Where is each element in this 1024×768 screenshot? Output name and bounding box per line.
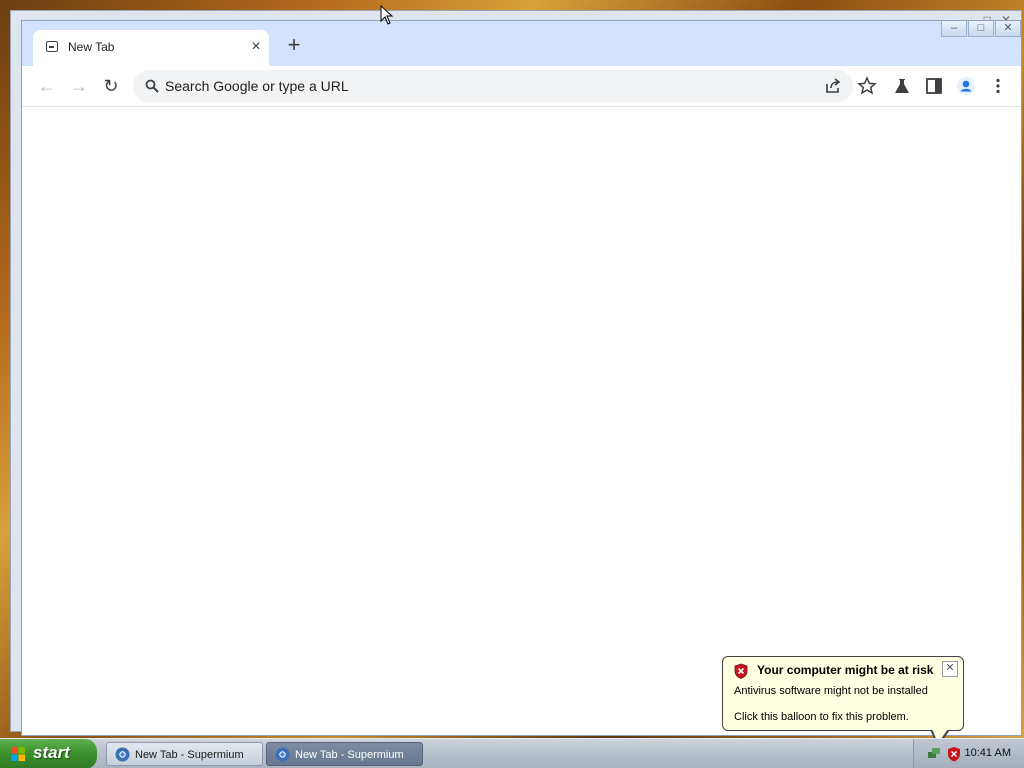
- browser-toolbar: ← → ↻: [22, 66, 1021, 107]
- mouse-cursor-icon: [380, 5, 394, 25]
- taskbar-item-supermium-2[interactable]: New Tab - Supermium: [266, 742, 423, 766]
- labs-flask-icon[interactable]: [892, 76, 912, 96]
- new-tab-favicon-icon: [46, 41, 58, 52]
- taskbar: start New Tab - Supermium New Tab - Supe…: [0, 738, 1024, 768]
- profile-icon[interactable]: [956, 76, 976, 96]
- security-shield-icon: [734, 663, 748, 679]
- search-icon: [145, 79, 159, 93]
- bookmark-star-icon[interactable]: [857, 76, 877, 96]
- supermium-icon: [115, 747, 130, 762]
- security-center-icon[interactable]: [946, 746, 962, 762]
- menu-kebab-icon[interactable]: [988, 76, 1008, 96]
- system-tray: 10:41 AM: [913, 739, 1024, 768]
- window-controls: – □ ✕: [940, 21, 1021, 37]
- share-icon[interactable]: [823, 76, 843, 96]
- balloon-action-text: Click this balloon to fix this problem.: [734, 711, 909, 723]
- tab-strip: New Tab × + – □ ✕: [22, 21, 1021, 66]
- windows-logo-icon: [11, 747, 25, 761]
- tab-close-button[interactable]: ×: [247, 38, 265, 56]
- tab-title: New Tab: [68, 40, 115, 54]
- taskbar-item-label: New Tab - Supermium: [295, 749, 404, 761]
- tab-new-tab[interactable]: New Tab ×: [33, 30, 269, 66]
- balloon-message: Antivirus software might not be installe…: [734, 685, 928, 697]
- taskbar-item-supermium-1[interactable]: New Tab - Supermium: [106, 742, 263, 766]
- back-button[interactable]: ←: [35, 74, 59, 98]
- side-panel-icon[interactable]: [924, 76, 944, 96]
- taskbar-item-label: New Tab - Supermium: [135, 749, 244, 761]
- security-balloon[interactable]: Your computer might be at risk ✕ Antivir…: [722, 656, 964, 731]
- close-window-button[interactable]: ✕: [995, 21, 1021, 37]
- forward-button[interactable]: →: [67, 74, 91, 98]
- network-icon[interactable]: [926, 746, 942, 762]
- browser-window: New Tab × + – □ ✕ ← → ↻: [21, 20, 1022, 736]
- start-label: start: [33, 743, 70, 762]
- start-button[interactable]: start: [0, 739, 97, 768]
- new-tab-button[interactable]: +: [283, 34, 305, 57]
- maximize-button[interactable]: □: [968, 21, 994, 37]
- omnibox-input[interactable]: [165, 70, 805, 102]
- clock: 10:41 AM: [964, 747, 1011, 759]
- balloon-close-button[interactable]: ✕: [942, 661, 958, 677]
- page-content-area[interactable]: [22, 107, 1021, 735]
- supermium-icon: [275, 747, 290, 762]
- reload-button[interactable]: ↻: [99, 74, 123, 98]
- minimize-button[interactable]: –: [941, 21, 967, 37]
- balloon-title: Your computer might be at risk: [757, 663, 934, 677]
- omnibox[interactable]: [133, 70, 853, 102]
